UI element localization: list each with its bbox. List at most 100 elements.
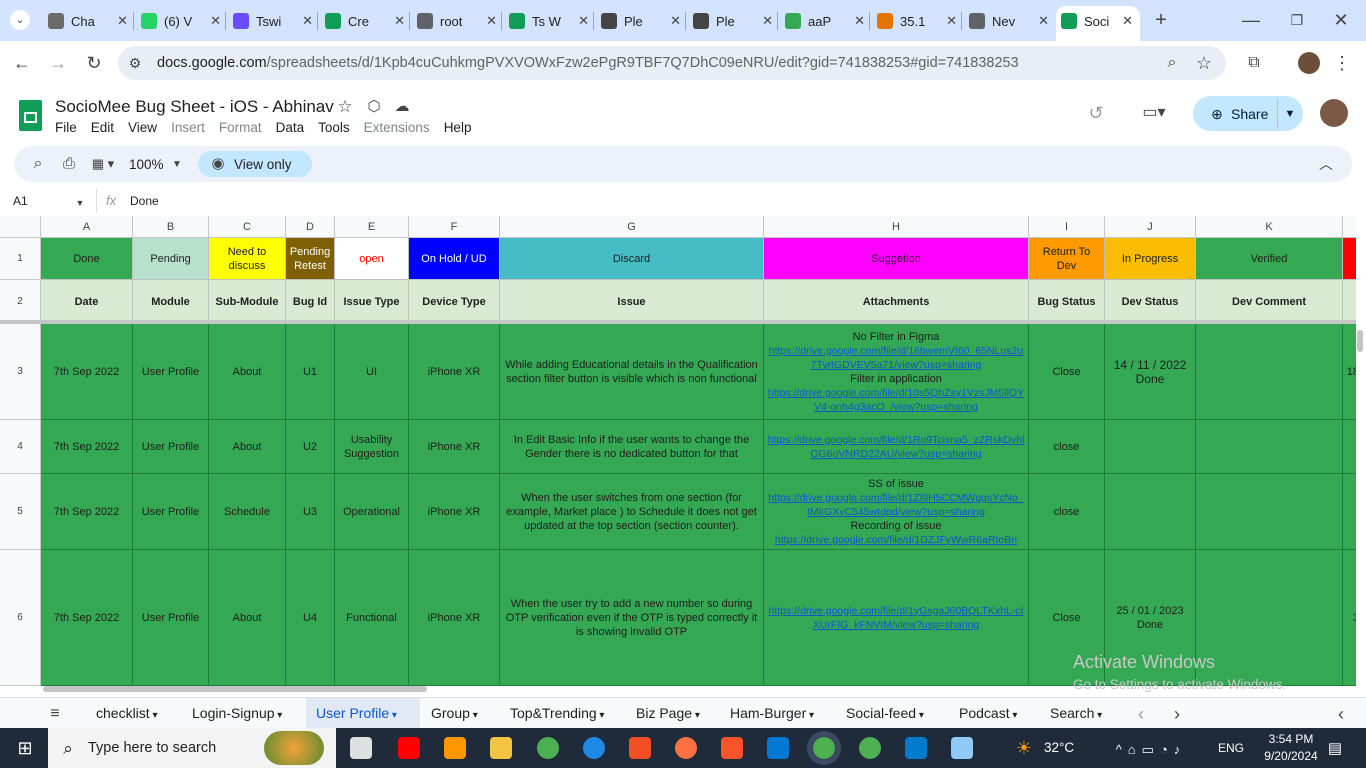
formula-value[interactable]: Done xyxy=(130,194,159,208)
data-cell-submodule[interactable]: About xyxy=(209,550,286,686)
column-header-b[interactable]: B xyxy=(133,216,209,238)
column-header-c[interactable]: C xyxy=(209,216,286,238)
column-header-k[interactable]: K xyxy=(1196,216,1343,238)
data-cell-bug-status[interactable]: close xyxy=(1029,420,1105,474)
column-title[interactable]: Date xyxy=(41,280,133,324)
sheet-tab[interactable]: Ham-Burger ▾ xyxy=(730,705,814,721)
column-header-partial[interactable] xyxy=(1343,216,1356,238)
zoom-select[interactable]: 100% xyxy=(129,157,164,172)
attachment-link[interactable]: https://drive.google.com/file/d/1Zl9H5CC… xyxy=(767,491,1025,519)
browser-tab[interactable]: (6) V ✕ xyxy=(141,8,221,34)
edge-icon[interactable] xyxy=(583,737,605,759)
menu-help[interactable]: Help xyxy=(444,120,472,135)
data-cell-type[interactable]: Usability Suggestion xyxy=(335,420,409,474)
legend-cell[interactable]: On Hold / UD xyxy=(409,238,500,280)
print-icon[interactable]: ⎙ xyxy=(59,154,79,174)
vertical-scrollbar[interactable] xyxy=(1357,330,1363,352)
menu-extensions[interactable]: Extensions xyxy=(364,120,430,135)
row-header-3[interactable]: 3 xyxy=(0,324,41,420)
sheet-tab[interactable]: Podcast ▾ xyxy=(959,705,1017,721)
cloud-status-icon[interactable]: ☁ xyxy=(392,97,412,117)
sheet-tab[interactable]: checklist ▾ xyxy=(96,705,158,721)
data-cell-date[interactable]: 7th Sep 2022 xyxy=(41,474,133,550)
close-tab-icon[interactable]: ✕ xyxy=(578,13,589,29)
column-header-f[interactable]: F xyxy=(409,216,500,238)
data-cell-submodule[interactable]: Schedule xyxy=(209,474,286,550)
legend-cell[interactable]: Pending xyxy=(133,238,209,280)
restore-icon[interactable]: ❐ xyxy=(1288,10,1306,30)
sheet-tab[interactable]: Top&Trending ▾ xyxy=(510,705,604,721)
column-title[interactable]: Issue Type xyxy=(335,280,409,324)
data-cell-submodule[interactable]: About xyxy=(209,324,286,420)
data-cell-bug-status[interactable]: Close xyxy=(1029,324,1105,420)
sheets-logo-icon[interactable] xyxy=(19,100,42,131)
legend-cell[interactable]: Return To Dev xyxy=(1029,238,1105,280)
data-cell-bugid[interactable]: U2 xyxy=(286,420,335,474)
all-sheets-icon[interactable]: ≡ xyxy=(46,704,64,724)
sheet-tab-dropdown-icon[interactable]: ▾ xyxy=(470,710,478,721)
sheet-tab[interactable]: Login-Signup ▾ xyxy=(192,705,282,721)
data-cell-issue[interactable]: In Edit Basic Info if the user wants to … xyxy=(500,420,764,474)
menu-tools[interactable]: Tools xyxy=(318,120,350,135)
data-cell-attachments[interactable]: No Filter in Figma https://drive.google.c… xyxy=(764,324,1029,420)
column-title[interactable]: Dev Comment xyxy=(1196,280,1343,324)
close-tab-icon[interactable]: ✕ xyxy=(946,13,957,29)
close-window-icon[interactable]: ✕ xyxy=(1332,10,1350,30)
data-cell-partial[interactable] xyxy=(1343,474,1356,550)
task-view-icon[interactable] xyxy=(350,737,372,759)
zoom-dropdown-icon[interactable]: ▼ xyxy=(170,155,184,175)
meet-video-icon[interactable]: ▭▾ xyxy=(1136,103,1172,123)
data-cell-partial[interactable] xyxy=(1343,420,1356,474)
sublime-icon[interactable] xyxy=(444,737,466,759)
sheet-tab[interactable]: User Profile ▾ xyxy=(316,705,397,721)
data-cell-dev-status[interactable] xyxy=(1105,420,1196,474)
close-tab-icon[interactable]: ✕ xyxy=(117,13,128,29)
data-cell-module[interactable]: User Profile xyxy=(133,550,209,686)
postman-icon[interactable] xyxy=(675,737,697,759)
column-title[interactable]: Issue xyxy=(500,280,764,324)
data-cell-submodule[interactable]: About xyxy=(209,420,286,474)
legend-cell[interactable]: Need to discuss xyxy=(209,238,286,280)
browser-menu-icon[interactable]: ⋮ xyxy=(1332,53,1352,73)
document-title[interactable]: SocioMee Bug Sheet - iOS - Abhinav xyxy=(55,97,334,117)
legend-cell[interactable]: open xyxy=(335,238,409,280)
column-title[interactable]: Bug Status xyxy=(1029,280,1105,324)
sheet-tab[interactable]: Group ▾ xyxy=(431,705,478,721)
data-cell-attachments[interactable]: https://drive.google.com/file/d/1Ro9Tcix… xyxy=(764,420,1029,474)
sheet-tab-dropdown-icon[interactable]: ▾ xyxy=(150,710,157,721)
language-indicator[interactable]: ENG xyxy=(1218,741,1244,755)
attachment-link[interactable]: https://drive.google.com/file/d/1yGsgaJ6… xyxy=(767,604,1025,632)
file-explorer-icon[interactable] xyxy=(490,737,512,759)
close-tab-icon[interactable]: ✕ xyxy=(670,13,681,29)
star-icon[interactable]: ☆ xyxy=(335,97,355,117)
chrome-taskbar-icon[interactable] xyxy=(537,737,559,759)
close-tab-icon[interactable]: ✕ xyxy=(1038,13,1049,29)
column-header-j[interactable]: J xyxy=(1105,216,1196,238)
data-cell-dev-comment[interactable] xyxy=(1196,324,1343,420)
data-cell-issue[interactable]: While adding Educational details in the … xyxy=(500,324,764,420)
back-icon[interactable]: ← xyxy=(12,53,32,73)
column-header-i[interactable]: I xyxy=(1029,216,1105,238)
name-box[interactable]: A1 xyxy=(13,194,28,208)
legend-cell-partial[interactable] xyxy=(1343,238,1356,280)
name-box-dropdown-icon[interactable]: ▼ xyxy=(74,193,86,213)
forward-icon[interactable]: → xyxy=(48,53,68,73)
row-header-2[interactable]: 2 xyxy=(0,280,41,324)
brave-icon[interactable] xyxy=(721,737,743,759)
data-cell-date[interactable]: 7th Sep 2022 xyxy=(41,324,133,420)
row-header-4[interactable]: 4 xyxy=(0,420,41,474)
close-tab-icon[interactable]: ✕ xyxy=(1122,13,1133,29)
sheet-tab-dropdown-icon[interactable]: ▾ xyxy=(597,710,604,721)
data-cell-dev-comment[interactable] xyxy=(1196,550,1343,686)
data-cell-module[interactable]: User Profile xyxy=(133,474,209,550)
sheet-tab-dropdown-icon[interactable]: ▾ xyxy=(692,710,700,721)
new-tab-icon[interactable]: + xyxy=(1152,10,1170,30)
browser-tab[interactable]: Ple ✕ xyxy=(693,8,773,34)
sheet-tab-dropdown-icon[interactable]: ▾ xyxy=(389,710,397,721)
column-header-e[interactable]: E xyxy=(335,216,409,238)
menu-file[interactable]: File xyxy=(55,120,77,135)
column-header-g[interactable]: G xyxy=(500,216,764,238)
browser-tab[interactable]: aaP ✕ xyxy=(785,8,865,34)
legend-cell[interactable]: In Progress xyxy=(1105,238,1196,280)
data-cell-dev-status[interactable]: 14 / 11 / 2022 Done xyxy=(1105,324,1196,420)
